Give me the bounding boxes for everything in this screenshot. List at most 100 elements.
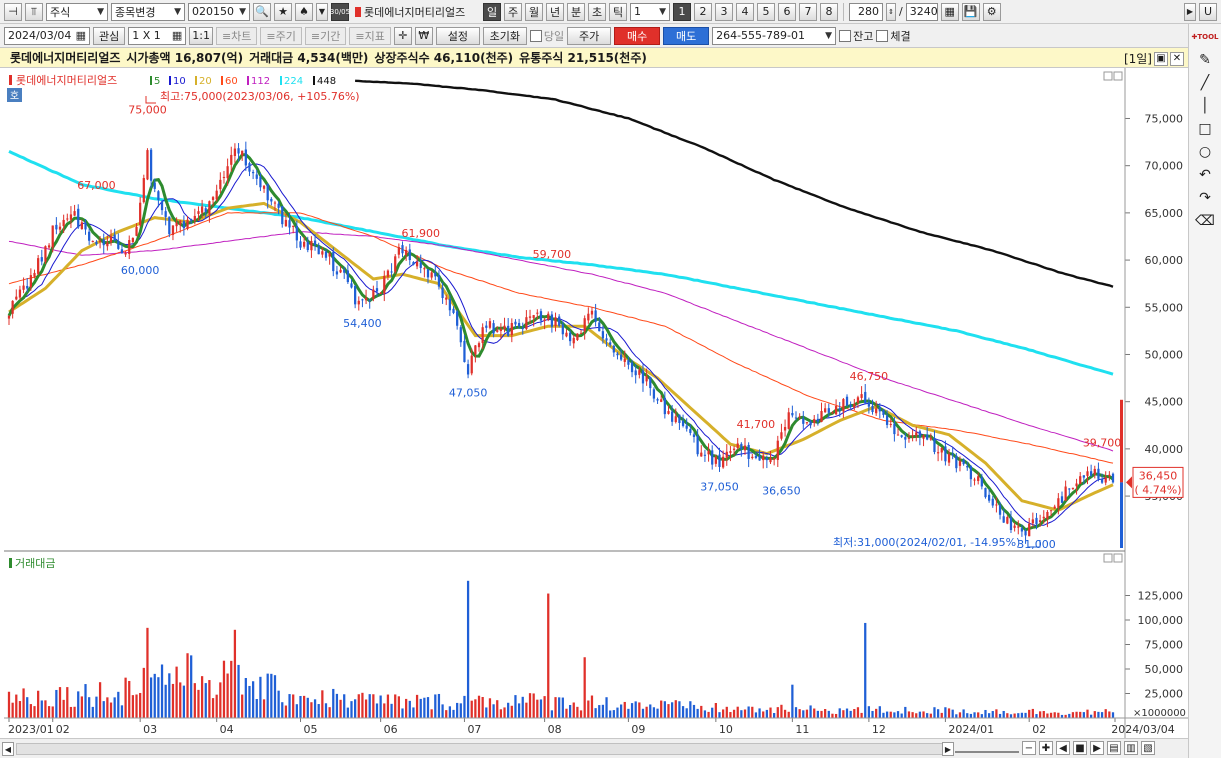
next-icon[interactable]: ▶ (1090, 741, 1104, 755)
zoom-slider[interactable] (955, 743, 1019, 753)
spade-icon[interactable]: ♠ (295, 2, 313, 21)
close-icon[interactable]: ✕ (1170, 51, 1184, 66)
play-icon[interactable]: ▶ (1184, 2, 1196, 21)
save-icon[interactable]: 💾 (961, 2, 980, 21)
pin-icon[interactable]: ⊣ (4, 2, 22, 21)
stepper-icon[interactable]: ⇕ (886, 2, 896, 21)
rectangle-icon[interactable]: □ (1194, 120, 1216, 138)
stock-change-select[interactable]: 종목변경 ▼ (111, 2, 185, 21)
excel-icon[interactable]: ▤ (1107, 741, 1121, 755)
crosshair-icon[interactable]: ✛ (393, 26, 412, 45)
candle-body (47, 245, 51, 248)
interval-count-select[interactable]: 1 ▼ (630, 2, 670, 21)
candle-body (864, 391, 867, 404)
candle-body (867, 402, 871, 407)
balance-checkbox[interactable]: 잔고 (839, 28, 873, 44)
watchlist-button[interactable]: 관심 (93, 26, 126, 45)
previous-icon[interactable]: ◀ (1056, 741, 1070, 755)
zoom-out-icon[interactable]: − (1022, 741, 1036, 755)
volume-bar (281, 702, 284, 718)
sell-button[interactable]: 매도 (663, 26, 710, 45)
eraser-icon[interactable]: ⌫ (1194, 212, 1216, 230)
chart-scrollbar[interactable]: ◀ ▶ − ✚ ◀ ■ ▶ ▤ ▥ ▧ (0, 738, 1188, 758)
date-input[interactable]: 2024/03/04 ▦ (4, 26, 90, 45)
volume-bar (649, 704, 652, 718)
stock-code-input[interactable]: 020150 ▼ (188, 2, 250, 21)
volume-bar (120, 705, 124, 718)
candle-body (445, 297, 448, 300)
won-button[interactable]: ₩ (414, 26, 433, 45)
top-align-icon[interactable]: ⫪ (25, 2, 43, 21)
tool-menu-icon[interactable]: ✚TOOL (1192, 28, 1219, 46)
page-button-6[interactable]: 6 (778, 2, 796, 21)
volume-close-icon[interactable] (1113, 553, 1123, 563)
vertical-line-icon[interactable]: │ (1194, 97, 1216, 115)
candle-body (357, 300, 360, 305)
scroll-left-icon[interactable]: ◀ (2, 742, 14, 756)
chevron-down-icon: ▼ (97, 6, 104, 17)
page-button-7[interactable]: 7 (799, 2, 817, 21)
time-tick-label: 03 (143, 723, 157, 736)
undo-icon[interactable]: ↶ (1194, 166, 1216, 184)
page-button-5[interactable]: 5 (757, 2, 775, 21)
pencil-icon[interactable]: ✎ (1194, 51, 1216, 69)
candle-body (204, 208, 207, 213)
account-select[interactable]: 264-555-789-01 ▼ (712, 26, 837, 45)
stop-icon[interactable]: ■ (1073, 741, 1087, 755)
candle-body (882, 409, 885, 415)
info-stock-name: 롯데에너지머티리얼즈 (10, 51, 121, 65)
interval-week-button[interactable]: 주 (504, 2, 522, 21)
page-button-8[interactable]: 8 (820, 2, 838, 21)
restore-icon[interactable]: ▣ (1154, 51, 1168, 66)
volume-tick-label: 50,000 (1145, 663, 1184, 676)
interval-minute-button[interactable]: 분 (567, 2, 585, 21)
candle-body (368, 299, 371, 301)
page-button-3[interactable]: 3 (715, 2, 733, 21)
star-icon[interactable]: ★ (274, 2, 292, 21)
period-badge[interactable]: 30/05 (330, 2, 350, 21)
print-icon[interactable]: ▥ (1124, 741, 1138, 755)
image-icon[interactable]: ▧ (1141, 741, 1155, 755)
circle-icon[interactable]: ○ (1194, 143, 1216, 161)
panel-close-icon[interactable] (1113, 71, 1123, 81)
today-checkbox[interactable]: 당일 (529, 28, 564, 44)
page-button-4[interactable]: 4 (736, 2, 754, 21)
layout-select[interactable]: 1 X 1 ▦ (128, 26, 187, 45)
period-menu-button[interactable]: ≡주기 (260, 26, 302, 45)
interval-tick-button[interactable]: 틱 (609, 2, 627, 21)
grid-icon[interactable]: ▦ (940, 2, 959, 21)
scroll-track[interactable] (16, 743, 946, 755)
gear-icon[interactable]: ⚙ (982, 2, 1001, 21)
redo-icon[interactable]: ↷ (1194, 189, 1216, 207)
legend-ma-swatch (280, 76, 282, 85)
chart-menu-button[interactable]: ≡차트 (215, 26, 258, 45)
page-button-2[interactable]: 2 (694, 2, 712, 21)
candle-body (860, 394, 863, 398)
user-button[interactable]: U (1199, 2, 1217, 21)
filled-checkbox[interactable]: 체결 (876, 28, 911, 44)
indicator-menu-button[interactable]: ≡지표 (349, 26, 391, 45)
zoom-in-icon[interactable]: ✚ (1039, 741, 1053, 755)
line-icon[interactable]: ╱ (1194, 74, 1216, 92)
page-button-1[interactable]: 1 (673, 2, 691, 21)
range-menu-button[interactable]: ≡기간 (304, 26, 347, 45)
buy-button[interactable]: 매수 (614, 26, 661, 45)
chevron-down-icon[interactable]: ▼ (316, 2, 328, 21)
bar-count-input[interactable]: 280 (849, 2, 883, 21)
settings-button[interactable]: 설정 (435, 26, 480, 45)
scroll-right-icon[interactable]: ▶ (942, 742, 954, 756)
volume-minimize-icon[interactable] (1103, 553, 1113, 563)
interval-day-button[interactable]: 일 (483, 2, 501, 21)
candle-body (517, 322, 521, 327)
stock-chart[interactable]: 75,000 70,000 65,000 60,000 55,000 50,000 45,0… (0, 68, 1188, 738)
panel-minimize-icon[interactable] (1103, 71, 1113, 81)
price-button[interactable]: 주가 (567, 26, 612, 45)
candle-body (503, 325, 506, 330)
reset-button[interactable]: 초기화 (482, 26, 527, 45)
ratio-button[interactable]: 1:1 (189, 26, 213, 45)
search-icon[interactable]: 🔍 (253, 2, 271, 21)
market-select[interactable]: 주식 ▼ (46, 2, 108, 21)
interval-month-button[interactable]: 월 (525, 2, 543, 21)
interval-year-button[interactable]: 년 (546, 2, 564, 21)
interval-second-button[interactable]: 초 (588, 2, 606, 21)
